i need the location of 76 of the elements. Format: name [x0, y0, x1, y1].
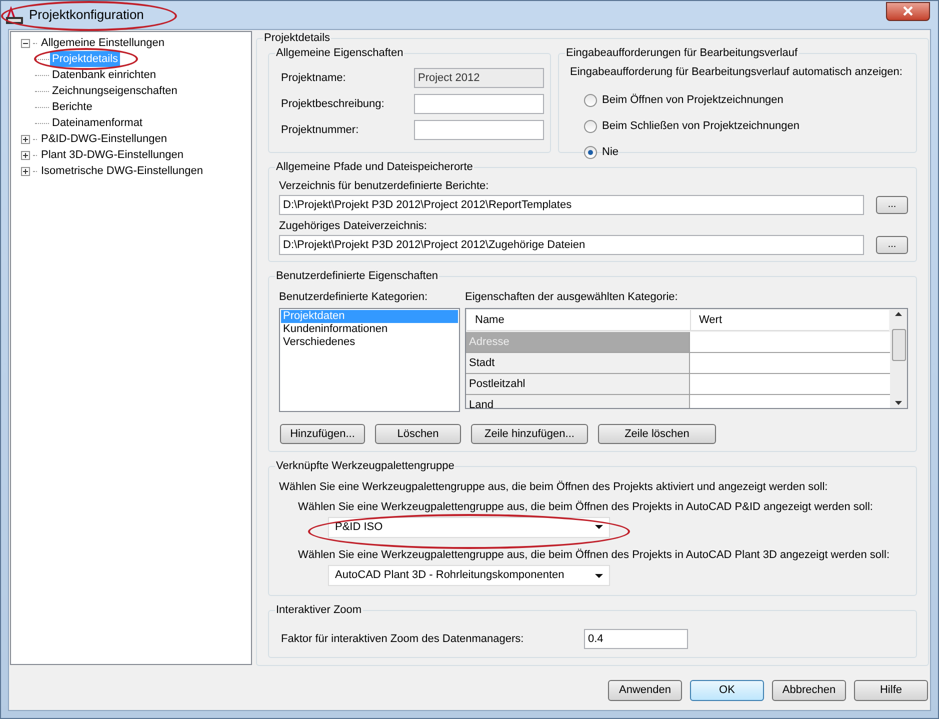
- scroll-up-icon[interactable]: [895, 312, 902, 316]
- tree-item[interactable]: Datenbank einrichten: [50, 66, 158, 84]
- dropdown[interactable]: AutoCAD Plant 3D - Rohrleitungskomponenten: [328, 565, 610, 586]
- column-header: Name: [467, 310, 691, 330]
- scroll-thumb[interactable]: [892, 328, 906, 360]
- tree-item[interactable]: Plant 3D-DWG-Einstellungen: [40, 146, 184, 164]
- tree-item[interactable]: Dateinamenformat: [50, 114, 144, 132]
- tree-item[interactable]: Allgemeine Einstellungen: [40, 34, 166, 52]
- table-row[interactable]: Postleitzahl: [466, 374, 890, 395]
- button[interactable]: Löschen: [375, 424, 461, 444]
- close-button[interactable]: [886, 2, 930, 20]
- group-title: Verknüpfte Werkzeugpalettengruppe: [275, 459, 456, 473]
- button[interactable]: Zeile hinzufügen...: [471, 424, 588, 444]
- input-field[interactable]: [414, 120, 544, 140]
- field-label: Verzeichnis für benutzerdefinierte Berichte:: [279, 179, 490, 194]
- radio-button[interactable]: [584, 94, 597, 107]
- radio-button[interactable]: [584, 120, 597, 133]
- instruction-text: Wählen Sie eine Werkzeugpalettengruppe aus, die beim Öffnen des Projekts in AutoCAD Plant 3D angezeigt werden soll:: [297, 548, 890, 563]
- field-label: Projektname:: [281, 70, 347, 86]
- tree-item[interactable]: Zeichnungseigenschaften: [50, 82, 180, 100]
- instruction-text: Wählen Sie eine Werkzeugpalettengruppe aus, die beim Öffnen des Projekts in AutoCAD P&ID angezeigt werden soll:: [297, 500, 874, 515]
- field-label: Projektbeschreibung:: [281, 96, 386, 112]
- input-field[interactable]: D:\Projekt\Projekt P3D 2012\Project 2012\Zugehörige Dateien: [279, 235, 864, 255]
- button[interactable]: Zeile löschen: [598, 424, 716, 444]
- browse-button[interactable]: ...: [876, 196, 908, 214]
- group-title: Projektdetails: [263, 31, 332, 45]
- list-item[interactable]: Verschiedenes: [281, 336, 458, 349]
- radio-button[interactable]: [584, 146, 597, 159]
- table-row[interactable]: Land: [466, 395, 890, 408]
- dropdown-value: AutoCAD Plant 3D - Rohrleitungskomponenten: [335, 568, 564, 584]
- tree-item[interactable]: Isometrische DWG-Einstellungen: [40, 162, 204, 180]
- collapse-icon[interactable]: [21, 38, 30, 48]
- caret-icon: [595, 525, 603, 530]
- table-cell: Adresse: [466, 332, 690, 352]
- table-cell[interactable]: [690, 353, 890, 373]
- field-label: Zugehöriges Dateiverzeichnis:: [279, 219, 428, 234]
- app-logo-icon: [5, 5, 25, 25]
- tree-item[interactable]: P&ID-DWG-Einstellungen: [40, 130, 168, 148]
- field-label: Benutzerdefinierte Kategorien:: [279, 290, 429, 305]
- radio-label: Beim Schließen von Projektzeichnungen: [602, 119, 800, 134]
- tree-item[interactable]: Berichte: [50, 98, 94, 116]
- window-title: Projektkonfiguration: [29, 6, 144, 24]
- field-label: Eigenschaften der ausgewählten Kategorie:: [465, 290, 679, 305]
- prompt-text: Eingabeaufforderung für Bearbeitungsverlauf automatisch anzeigen:: [570, 65, 904, 80]
- table-cell[interactable]: [690, 332, 890, 352]
- field-label: Faktor für interaktiven Zoom des Datenmanagers:: [281, 632, 525, 647]
- group-title: Eingabeaufforderungen für Bearbeitungsverlauf: [565, 46, 799, 60]
- radio-label: Beim Öffnen von Projektzeichnungen: [602, 92, 784, 108]
- group-title: Allgemeine Eigenschaften: [275, 46, 404, 60]
- dialog-button[interactable]: Abbrechen: [772, 680, 846, 701]
- radio-label: Nie: [602, 145, 619, 160]
- table-row[interactable]: Stadt: [466, 353, 890, 374]
- input-field[interactable]: D:\Projekt\Projekt P3D 2012\Project 2012\ReportTemplates: [279, 195, 864, 215]
- expand-icon[interactable]: [21, 150, 30, 160]
- table-cell[interactable]: [690, 374, 890, 394]
- dialog-button[interactable]: Anwenden: [608, 680, 682, 701]
- dropdown-value: P&ID ISO: [335, 520, 383, 536]
- close-icon: [903, 6, 913, 16]
- dialog-button[interactable]: OK: [690, 680, 764, 701]
- group-title: Allgemeine Pfade und Dateispeicherorte: [275, 160, 474, 174]
- group-title: Benutzerdefinierte Eigenschaften: [275, 269, 440, 283]
- scroll-down-icon[interactable]: [895, 401, 902, 405]
- input-field[interactable]: [414, 94, 544, 114]
- field-label: Projektnummer:: [281, 122, 360, 138]
- browse-button[interactable]: ...: [876, 236, 908, 254]
- instruction-text: Wählen Sie eine Werkzeugpalettengruppe aus, die beim Öffnen des Projekts aktiviert und angezeigt werden soll:: [279, 480, 829, 495]
- expand-icon[interactable]: [21, 134, 30, 144]
- button[interactable]: Hinzufügen...: [280, 424, 365, 444]
- dropdown[interactable]: P&ID ISO: [328, 517, 610, 538]
- caret-icon: [595, 574, 603, 578]
- dialog-button[interactable]: Hilfe: [854, 680, 928, 701]
- input-field[interactable]: 0.4: [584, 629, 688, 649]
- list-item[interactable]: Kundeninformationen: [281, 323, 458, 336]
- expand-icon[interactable]: [21, 166, 30, 176]
- column-header: Wert: [698, 312, 724, 328]
- scrollbar[interactable]: [890, 309, 907, 408]
